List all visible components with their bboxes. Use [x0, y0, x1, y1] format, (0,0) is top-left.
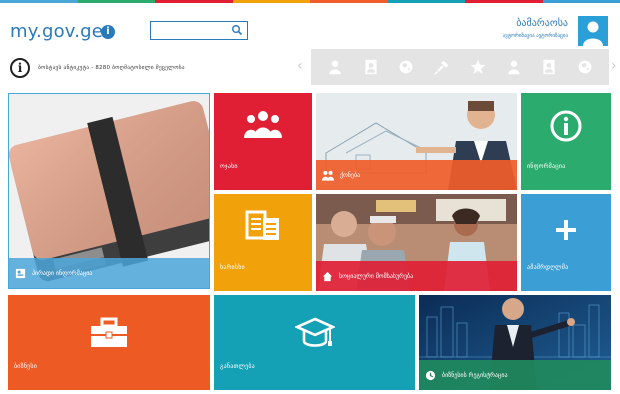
site-logo[interactable]: my.gov.ge: [10, 21, 103, 42]
tile-label: განათლება: [220, 363, 255, 370]
tile-band: ქონება: [316, 160, 517, 190]
search-input[interactable]: [150, 21, 248, 40]
tile-label: ბიზნესის რეგისტრაცია: [442, 371, 508, 379]
clock-icon: [425, 370, 436, 380]
tile-documents[interactable]: ხარისხი: [214, 194, 312, 291]
tile-family[interactable]: ოჯახი: [214, 93, 312, 190]
tile-label: ამამრდღლმა: [527, 264, 569, 271]
plug-icon[interactable]: [432, 57, 452, 77]
tile-services[interactable]: ამამრდღლმა: [521, 194, 611, 291]
quick-access-toolbar: [311, 49, 609, 85]
tile-label: ქონება: [340, 171, 361, 179]
tile-band: სოციალური მომსახურება: [316, 261, 517, 291]
plus-icon: [556, 220, 576, 240]
tile-band: პირადი ინფორმაცია: [9, 258, 209, 288]
tile-information[interactable]: ინფორმაცია: [521, 93, 611, 190]
tile-label: სოციალური მომსახურება: [339, 272, 414, 280]
briefcase-icon: [91, 317, 127, 347]
documents-icon: [245, 210, 279, 240]
tile-business[interactable]: ბიზნესი: [8, 295, 210, 390]
globe-icon[interactable]: [396, 57, 416, 77]
info-text: ბოსტავს ანტიკუტა - 8280 ბოღმატოსილი მეცე…: [38, 65, 185, 71]
info-circle-icon: [550, 110, 582, 142]
id-card-icon: [15, 268, 26, 278]
avatar-person-icon: [583, 21, 603, 46]
user-name[interactable]: ბამარაოსა: [516, 18, 568, 29]
avatar[interactable]: [578, 16, 608, 46]
tile-label: ხარისხი: [220, 264, 245, 271]
globe-icon[interactable]: [575, 57, 595, 77]
tile-label: ოჯახი: [220, 163, 238, 170]
info-row: i ბოსტავს ანტიკუტა - 8280 ბოღმატოსილი მე…: [10, 57, 185, 79]
tile-business-registry[interactable]: ბიზნესის რეგისტრაცია: [419, 295, 611, 390]
user-subtitle: ავტორიზაცია ავტორიზაცია: [502, 33, 568, 39]
tile-education[interactable]: განათლება: [214, 295, 415, 390]
portrait-icon[interactable]: [361, 57, 381, 77]
person-icon[interactable]: [325, 57, 345, 77]
toolbar-next-arrow[interactable]: ›: [611, 58, 617, 74]
logo-info-badge: i: [101, 25, 115, 39]
graduation-cap-icon: [294, 317, 335, 347]
tile-social-services[interactable]: სოციალური მომსახურება: [316, 194, 517, 291]
home-icon: [322, 271, 333, 281]
info-icon[interactable]: i: [10, 58, 30, 78]
tile-personal-info[interactable]: პირადი ინფორმაცია: [8, 93, 210, 289]
tile-label: ბიზნესი: [14, 363, 38, 370]
search-icon[interactable]: [231, 24, 243, 36]
tile-band: ბიზნესის რეგისტრაცია: [419, 360, 611, 390]
tile-label: ინფორმაცია: [527, 163, 566, 170]
star-icon[interactable]: [468, 57, 488, 77]
person-icon[interactable]: [504, 57, 524, 77]
tile-property[interactable]: ქონება: [316, 93, 517, 190]
tile-label: პირადი ინფორმაცია: [32, 269, 93, 277]
family-icon: [244, 111, 282, 138]
people-icon: [322, 170, 334, 181]
toolbar-prev-arrow[interactable]: ‹: [297, 58, 303, 74]
portrait-icon[interactable]: [539, 57, 559, 77]
